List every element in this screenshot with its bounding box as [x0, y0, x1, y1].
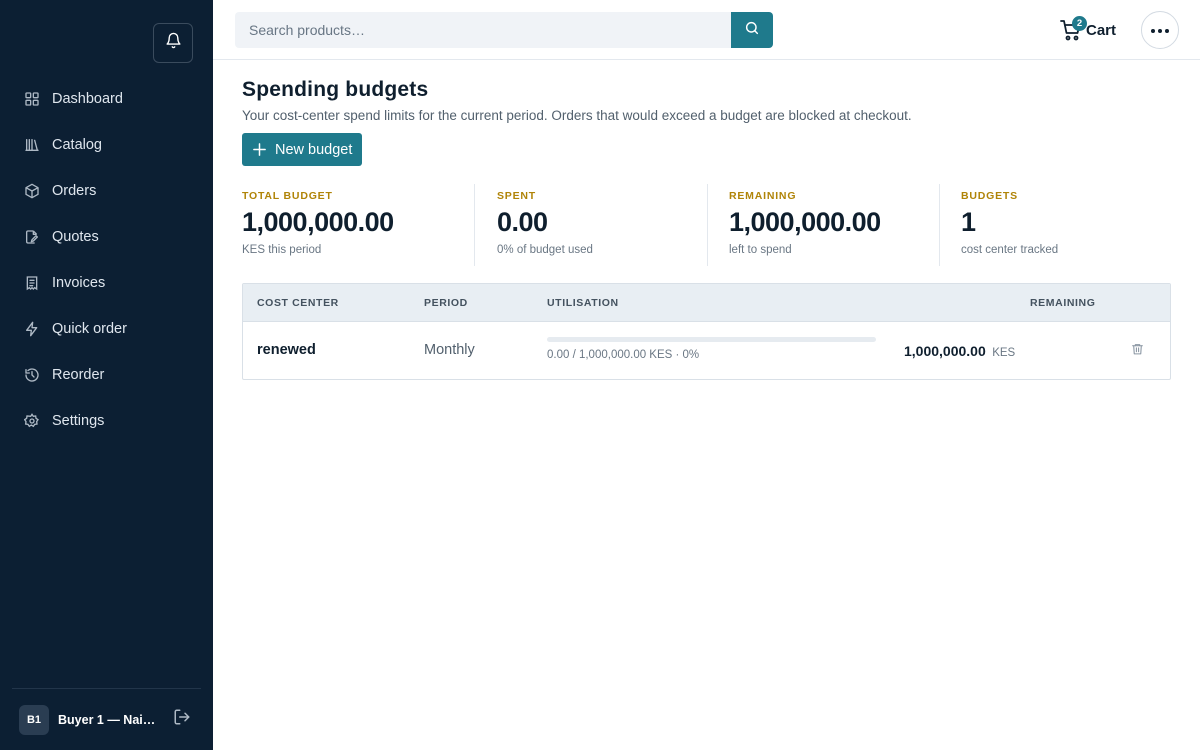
- budget-period: Monthly: [424, 342, 475, 358]
- sidebar-item-catalog[interactable]: Catalog: [0, 122, 213, 168]
- stat-budget-count: BUDGETS 1 cost center tracked: [961, 184, 1058, 266]
- cost-center-name: renewed: [257, 342, 316, 358]
- utilisation-text: 0.00 / 1,000,000.00 KES · 0%: [547, 349, 700, 361]
- stat-caption: cost center tracked: [961, 244, 1059, 256]
- gear-icon: [24, 413, 40, 429]
- stat-caption: KES this period: [242, 244, 322, 256]
- dashboard-icon: [24, 91, 40, 107]
- stat-value: 0.00: [497, 207, 548, 237]
- remaining-value: 1,000,000.00: [904, 343, 986, 359]
- remaining-currency: KES: [992, 347, 1016, 359]
- sidebar-item-label: Reorder: [52, 367, 105, 383]
- budget-summary: TOTAL BUDGET 1,000,000.00 KES this perio…: [242, 184, 1171, 266]
- new-budget-button[interactable]: New budget: [242, 133, 362, 166]
- stat-value: 1,000,000.00: [729, 207, 881, 237]
- delete-budget-button[interactable]: [1130, 343, 1144, 359]
- stat-value: 1,000,000.00: [242, 207, 394, 237]
- stat-caption: left to spend: [729, 244, 792, 256]
- column-header-utilisation: UTILISATION: [547, 297, 619, 309]
- invoice-icon: [24, 275, 40, 291]
- sidebar-item-quick-order[interactable]: Quick order: [0, 306, 213, 352]
- plus-icon: [252, 142, 267, 157]
- stat-spent: SPENT 0.00 0% of budget used: [497, 184, 593, 266]
- sidebar-item-label: Quick order: [52, 321, 127, 337]
- new-budget-label: New budget: [275, 141, 353, 158]
- more-horizontal-icon: [1150, 21, 1170, 39]
- lightning-icon: [24, 321, 40, 337]
- user-profile: B1 Buyer 1 — Nair…: [12, 688, 201, 750]
- logout-button[interactable]: [173, 708, 191, 731]
- history-icon: [24, 367, 40, 383]
- avatar[interactable]: B1: [19, 704, 49, 735]
- stat-divider: [939, 184, 940, 266]
- top-bar: 2 Cart: [213, 0, 1200, 60]
- stat-total-budget: TOTAL BUDGET 1,000,000.00 KES this perio…: [242, 184, 394, 266]
- stat-divider: [707, 184, 708, 266]
- page-title: Spending budgets: [242, 78, 429, 101]
- more-options-button[interactable]: [1141, 11, 1179, 49]
- sidebar-item-settings[interactable]: Settings: [0, 398, 213, 444]
- table-row[interactable]: renewed Monthly 0.00 / 1,000,000.00 KES …: [243, 322, 1170, 379]
- stat-label: BUDGETS: [961, 190, 1018, 202]
- remaining-amount: 1,000,000.00 KES: [904, 343, 1015, 361]
- sidebar-item-quotes[interactable]: Quotes: [0, 214, 213, 260]
- column-header-remaining: REMAINING: [1030, 297, 1096, 309]
- stat-label: TOTAL BUDGET: [242, 190, 333, 202]
- utilisation-bar: [547, 337, 876, 342]
- sidebar: Dashboard Catalog Orders Quotes Invoices: [0, 0, 213, 750]
- notifications-button[interactable]: [153, 23, 193, 63]
- cart-icon: 2: [1059, 16, 1087, 42]
- stat-divider: [474, 184, 475, 266]
- budgets-table: COST CENTER PERIOD UTILISATION REMAINING…: [242, 283, 1171, 380]
- search-button[interactable]: [731, 12, 773, 48]
- sidebar-item-label: Settings: [52, 413, 105, 429]
- sidebar-item-dashboard[interactable]: Dashboard: [0, 76, 213, 122]
- sidebar-item-label: Invoices: [52, 275, 106, 291]
- cart-count-badge: 2: [1072, 16, 1087, 31]
- search-input[interactable]: [235, 12, 732, 48]
- cart-label: Cart: [1086, 21, 1117, 39]
- cart-button[interactable]: 2 Cart: [1059, 14, 1116, 46]
- stat-label: SPENT: [497, 190, 537, 202]
- search-icon: [744, 20, 760, 41]
- sidebar-item-invoices[interactable]: Invoices: [0, 260, 213, 306]
- page-subtitle: Your cost-center spend limits for the cu…: [242, 108, 912, 123]
- quote-icon: [24, 229, 40, 245]
- box-icon: [24, 183, 40, 199]
- sidebar-item-label: Quotes: [52, 229, 99, 245]
- user-name: Buyer 1 — Nair…: [58, 712, 158, 727]
- logout-icon: [173, 708, 191, 731]
- sidebar-item-reorder[interactable]: Reorder: [0, 352, 213, 398]
- bell-icon: [165, 32, 182, 54]
- sidebar-item-label: Orders: [52, 183, 97, 199]
- trash-icon: [1131, 342, 1144, 361]
- stat-caption: 0% of budget used: [497, 244, 593, 256]
- sidebar-nav: Dashboard Catalog Orders Quotes Invoices: [0, 76, 213, 444]
- stat-remaining: REMAINING 1,000,000.00 left to spend: [729, 184, 881, 266]
- catalog-icon: [24, 137, 40, 153]
- sidebar-item-label: Dashboard: [52, 91, 123, 107]
- stat-value: 1: [961, 207, 976, 237]
- column-header-period: PERIOD: [424, 297, 468, 309]
- sidebar-item-orders[interactable]: Orders: [0, 168, 213, 214]
- sidebar-item-label: Catalog: [52, 137, 102, 153]
- table-header: COST CENTER PERIOD UTILISATION REMAINING: [243, 284, 1170, 322]
- column-header-cost-center: COST CENTER: [257, 297, 339, 309]
- stat-label: REMAINING: [729, 190, 797, 202]
